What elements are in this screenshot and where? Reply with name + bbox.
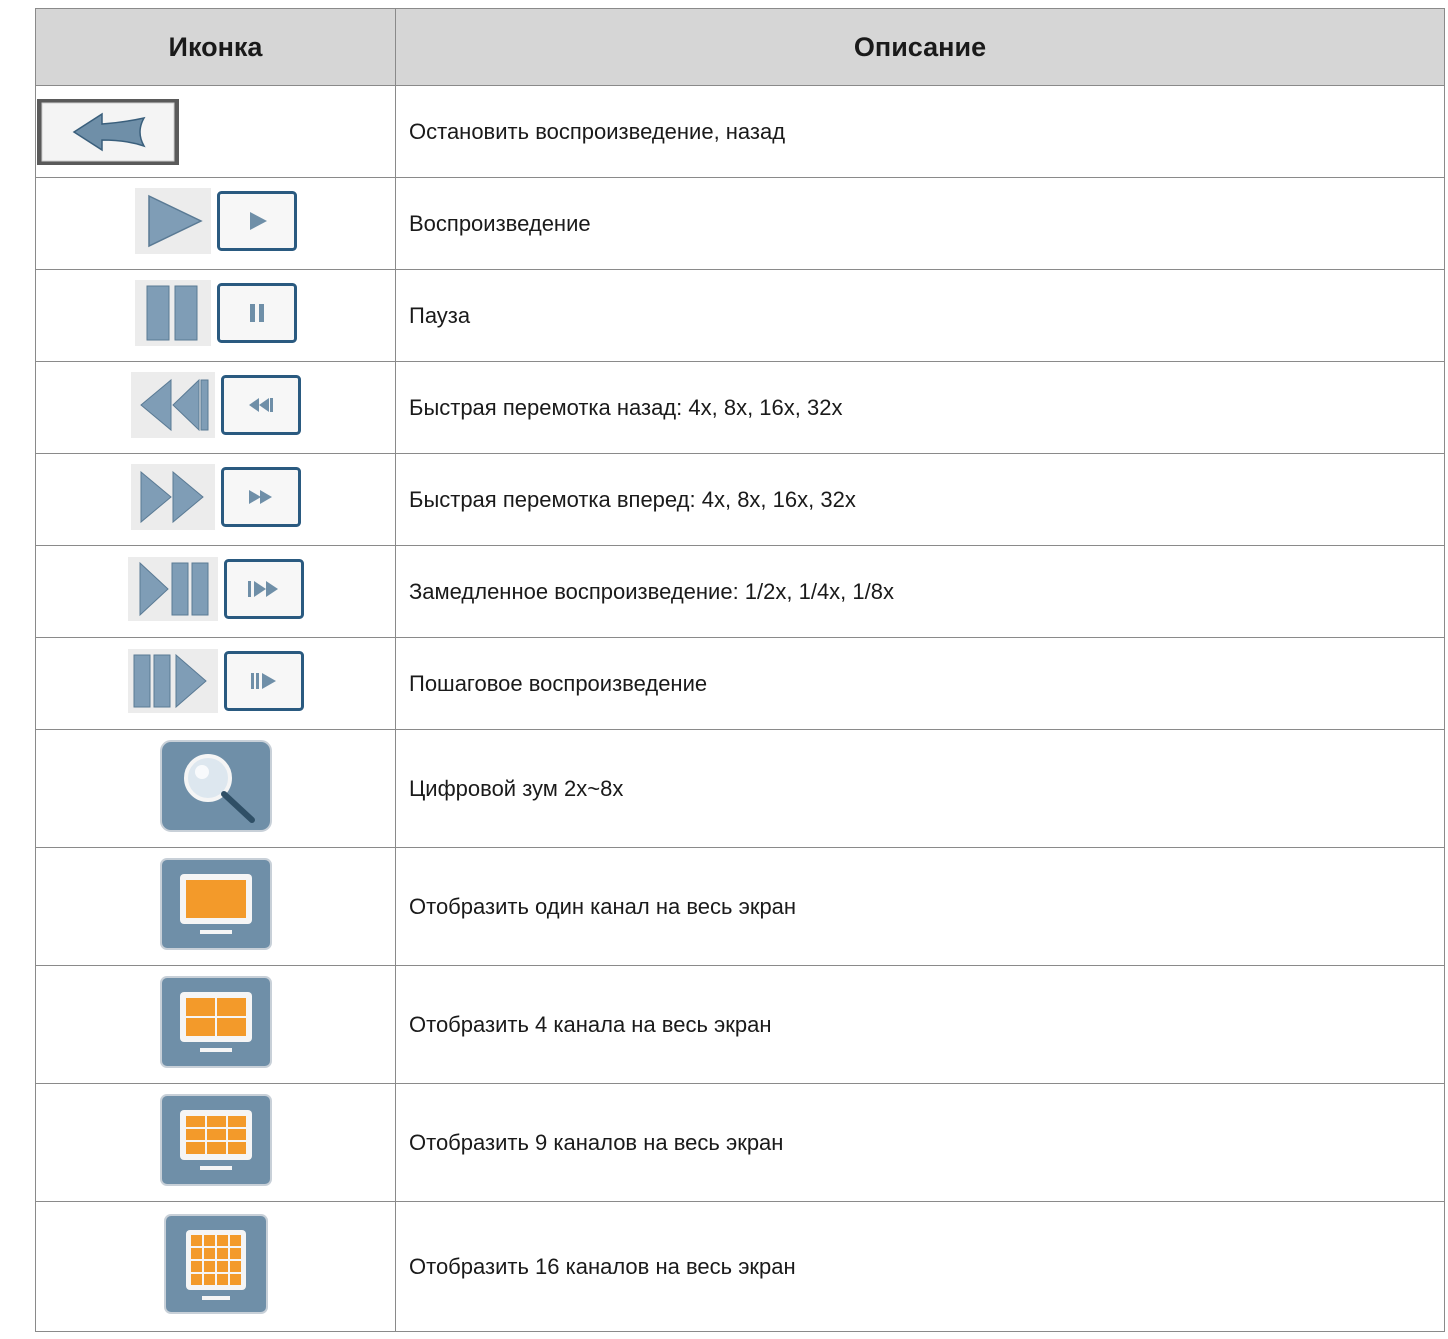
pause-icon — [134, 280, 211, 346]
monitor-4-channels-icon — [159, 976, 272, 1068]
table-row: Замедленное воспроизведение: 1/2x, 1/4x,… — [35, 545, 1445, 638]
monitor-9-channels-icon — [159, 1094, 272, 1186]
table-row: Отобразить один канал на весь экран — [35, 847, 1445, 966]
table-row: Быстрая перемотка вперед: 4x, 8x, 16x, 3… — [35, 453, 1445, 546]
rewind-button-icon — [220, 375, 301, 435]
step-play-icon — [127, 649, 218, 713]
table-row: Остановить воспроизведение, назад — [35, 85, 1445, 178]
row-description: Воспроизведение — [395, 177, 1445, 270]
table-row: Цифровой зум 2x~8x — [35, 729, 1445, 848]
pause-button-icon — [216, 283, 297, 343]
table-row: Отобразить 4 канала на весь экран — [35, 965, 1445, 1084]
table-row: Отобразить 16 каналов на весь экран — [35, 1201, 1445, 1332]
monitor-1-channel-icon — [159, 858, 272, 950]
table-header-row: Иконка Описание — [35, 8, 1445, 86]
icon-description-table: Иконка Описание Остановить воспроизведен… — [35, 8, 1445, 1332]
row-description: Пауза — [395, 269, 1445, 362]
monitor-16-channels-icon — [163, 1214, 268, 1314]
fast-forward-icon — [130, 464, 215, 530]
row-description: Остановить воспроизведение, назад — [395, 85, 1445, 178]
row-description: Замедленное воспроизведение: 1/2x, 1/4x,… — [395, 545, 1445, 638]
play-icon — [134, 188, 211, 254]
step-play-button-icon — [223, 651, 304, 711]
header-icon: Иконка — [35, 8, 396, 86]
table-row: Быстрая перемотка назад: 4x, 8x, 16x, 32… — [35, 361, 1445, 454]
header-description: Описание — [395, 8, 1445, 86]
row-description: Отобразить 16 каналов на весь экран — [395, 1201, 1445, 1332]
row-description: Пошаговое воспроизведение — [395, 637, 1445, 730]
table-row: Пауза — [35, 269, 1445, 362]
row-description: Отобразить 9 каналов на весь экран — [395, 1083, 1445, 1202]
row-description: Отобразить 4 канала на весь экран — [395, 965, 1445, 1084]
row-description: Быстрая перемотка вперед: 4x, 8x, 16x, 3… — [395, 453, 1445, 546]
rewind-icon — [130, 372, 215, 438]
fast-forward-button-icon — [220, 467, 301, 527]
row-description: Отобразить один канал на весь экран — [395, 847, 1445, 966]
row-description: Цифровой зум 2x~8x — [395, 729, 1445, 848]
row-description: Быстрая перемотка назад: 4x, 8x, 16x, 32… — [395, 361, 1445, 454]
back-arrow-button-icon — [37, 98, 179, 165]
play-button-icon — [216, 191, 297, 251]
slow-play-button-icon — [223, 559, 304, 619]
slow-play-icon — [127, 557, 218, 621]
table-row: Пошаговое воспроизведение — [35, 637, 1445, 730]
table-row: Воспроизведение — [35, 177, 1445, 270]
magnifier-zoom-icon — [159, 740, 272, 832]
table-row: Отобразить 9 каналов на весь экран — [35, 1083, 1445, 1202]
